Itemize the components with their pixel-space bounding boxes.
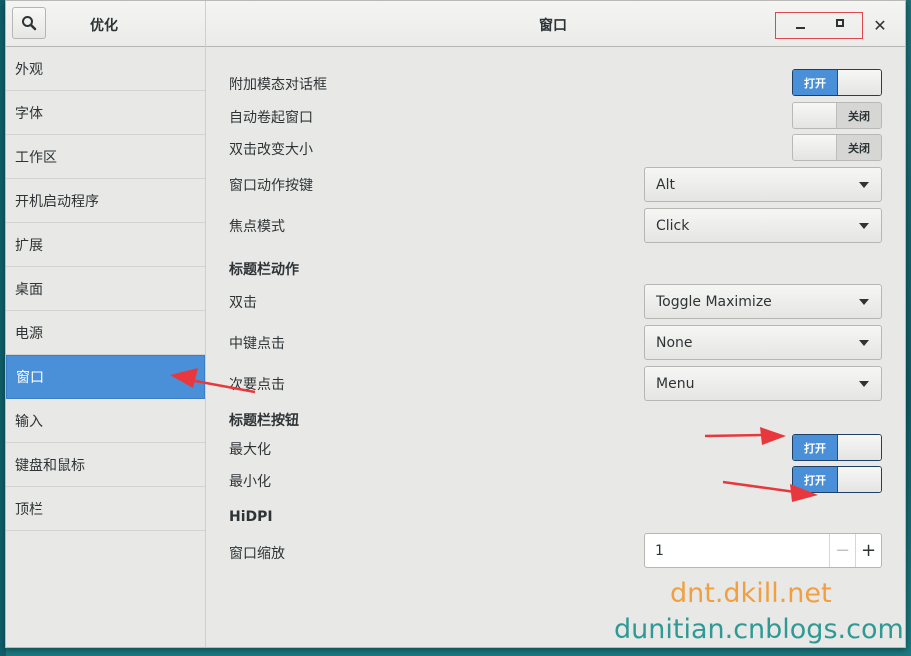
- watermark-line1: dnt.dkill.net: [670, 578, 832, 609]
- annotation-arrow-sidebar: [170, 368, 256, 394]
- annotation-arrows: [170, 368, 818, 502]
- annotation-arrow-minimize: [722, 480, 818, 502]
- annotation-arrow-maximize: [704, 427, 786, 445]
- watermark-line2: dunitian.cnblogs.com: [614, 614, 904, 645]
